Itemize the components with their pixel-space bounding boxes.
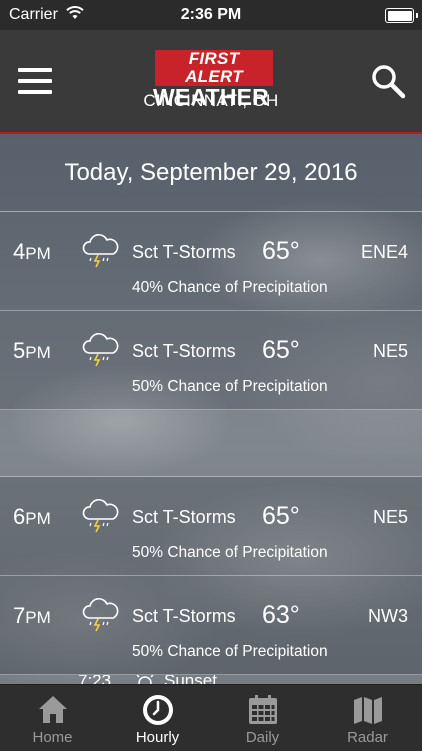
temperature-value: 65° — [262, 237, 300, 265]
search-icon[interactable] — [370, 63, 406, 99]
tab-hourly[interactable]: Hourly — [105, 685, 210, 751]
hour-label: 5PM — [13, 338, 51, 363]
tab-daily[interactable]: Daily — [210, 685, 315, 751]
condition-label: Sct T-Storms — [132, 242, 236, 262]
tab-label: Daily — [245, 729, 280, 746]
hour-label: 4PM — [13, 239, 51, 264]
precip-chance: 50% Chance of Precipitation — [132, 544, 328, 561]
logo-line-1: FIRST ALERT — [155, 50, 273, 86]
temperature-value: 65° — [262, 336, 300, 364]
hour-row[interactable]: 7PM Sct T-Storms 63° NW3 50% Chance of P… — [0, 576, 422, 675]
thunderstorm-cloud-icon — [82, 598, 119, 632]
tab-home[interactable]: Home — [0, 685, 105, 751]
status-bar: Carrier 2:36 PM — [0, 0, 422, 30]
hour-row[interactable]: 5PM Sct T-Storms 65° NE5 50% Chance of P… — [0, 311, 422, 410]
home-icon — [39, 696, 67, 723]
ad-spacer-row — [0, 410, 422, 477]
precip-chance: 50% Chance of Precipitation — [132, 378, 328, 395]
tab-radar[interactable]: Radar — [315, 685, 420, 751]
clock-icon — [143, 695, 173, 725]
wind-value: NE5 — [372, 341, 408, 361]
date-banner: Today, September 29, 2016 — [0, 134, 422, 212]
condition-label: Sct T-Storms — [132, 341, 236, 361]
hour-row[interactable]: 4PM Sct T-Storms 65° ENE4 40% Chance of … — [0, 212, 422, 311]
calendar-icon — [249, 695, 277, 724]
precip-chance: 50% Chance of Precipitation — [132, 643, 328, 660]
thunderstorm-cloud-icon — [82, 234, 119, 268]
precip-chance: 40% Chance of Precipitation — [132, 279, 328, 296]
wind-value: ENE4 — [360, 242, 408, 262]
tab-label: Home — [32, 729, 73, 746]
date-title: Today, September 29, 2016 — [64, 159, 358, 186]
condition-label: Sct T-Storms — [132, 507, 236, 527]
map-icon — [354, 697, 382, 724]
clock-time: 2:36 PM — [180, 6, 242, 23]
temperature-value: 65° — [262, 502, 300, 530]
wind-value: NW3 — [368, 606, 408, 626]
tab-label: Radar — [347, 729, 388, 746]
hour-label: 6PM — [13, 504, 51, 529]
hour-label: 7PM — [13, 603, 51, 628]
temperature-value: 63° — [262, 601, 300, 629]
location-label: CINCINNATI, OH — [143, 91, 279, 110]
bottom-tab-bar: Home Hourly Daily Radar — [0, 684, 422, 751]
tab-label: Hourly — [135, 729, 180, 746]
thunderstorm-cloud-icon — [82, 333, 119, 367]
condition-label: Sct T-Storms — [132, 606, 236, 626]
wind-value: NE5 — [372, 507, 408, 527]
app-header: FIRST ALERT WEATHER CINCINNATI, OH — [0, 30, 422, 134]
thunderstorm-cloud-icon — [82, 499, 119, 533]
hour-row[interactable]: 6PM Sct T-Storms 65° NE5 50% Chance of P… — [0, 477, 422, 576]
battery-icon — [385, 8, 418, 23]
